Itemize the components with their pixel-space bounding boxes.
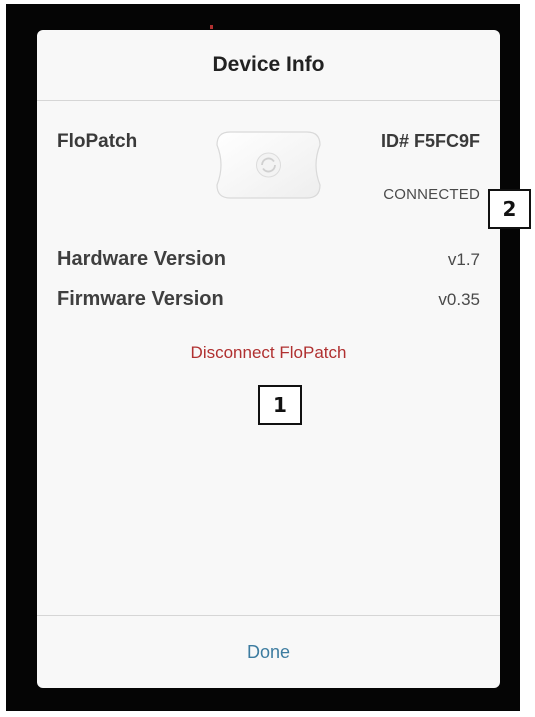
callout-marker-2: 2 [488, 189, 531, 229]
done-button[interactable]: Done [227, 634, 310, 671]
disconnect-flopatch-button[interactable]: Disconnect FloPatch [37, 343, 500, 363]
device-name: FloPatch [57, 131, 138, 152]
hardware-version-label: Hardware Version [57, 248, 226, 270]
firmware-version-label: Firmware Version [57, 288, 224, 310]
device-info-dialog: Device Info FloPatch ID# F5FC9F CONNECTE… [37, 30, 500, 688]
dialog-footer: Done [37, 615, 500, 688]
hardware-version-row: Hardware Version v1.7 [57, 248, 480, 271]
flopatch-device-icon [212, 128, 325, 202]
firmware-version-row: Firmware Version v0.35 [57, 288, 480, 311]
connection-status: CONNECTED [383, 186, 480, 203]
device-id: ID# F5FC9F [380, 131, 480, 151]
dialog-header: Device Info [37, 30, 500, 101]
callout-marker-1: 1 [258, 385, 302, 425]
dialog-title: Device Info [212, 53, 325, 76]
firmware-version-value: v0.35 [438, 290, 480, 309]
top-indicator [210, 25, 213, 29]
hardware-version-value: v1.7 [447, 250, 480, 269]
